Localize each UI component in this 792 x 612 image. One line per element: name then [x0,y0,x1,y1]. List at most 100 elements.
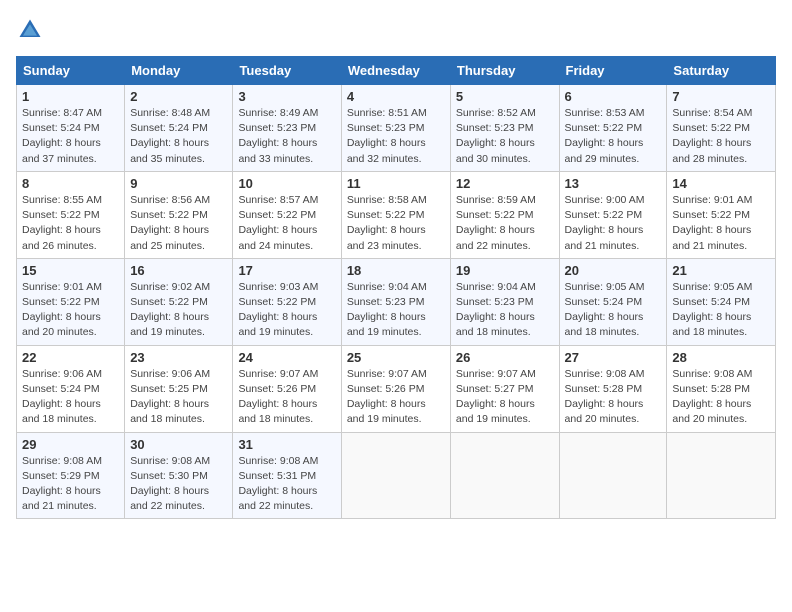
day-info: Sunrise: 8:57 AM Sunset: 5:22 PM Dayligh… [238,193,335,254]
day-info: Sunrise: 8:59 AM Sunset: 5:22 PM Dayligh… [456,193,554,254]
day-number: 12 [456,176,554,191]
day-info: Sunrise: 9:08 AM Sunset: 5:30 PM Dayligh… [130,454,227,515]
day-info: Sunrise: 9:05 AM Sunset: 5:24 PM Dayligh… [565,280,662,341]
day-number: 29 [22,437,119,452]
calendar-cell: 30 Sunrise: 9:08 AM Sunset: 5:30 PM Dayl… [125,432,233,519]
day-info: Sunrise: 8:53 AM Sunset: 5:22 PM Dayligh… [565,106,662,167]
calendar-cell: 31 Sunrise: 9:08 AM Sunset: 5:31 PM Dayl… [233,432,341,519]
day-info: Sunrise: 8:55 AM Sunset: 5:22 PM Dayligh… [22,193,119,254]
day-number: 30 [130,437,227,452]
weekday-header-friday: Friday [559,57,667,85]
day-info: Sunrise: 9:07 AM Sunset: 5:26 PM Dayligh… [238,367,335,428]
day-number: 22 [22,350,119,365]
day-info: Sunrise: 9:01 AM Sunset: 5:22 PM Dayligh… [22,280,119,341]
calendar-week-4: 22 Sunrise: 9:06 AM Sunset: 5:24 PM Dayl… [17,345,776,432]
calendar-cell: 6 Sunrise: 8:53 AM Sunset: 5:22 PM Dayli… [559,85,667,172]
weekday-header-sunday: Sunday [17,57,125,85]
day-info: Sunrise: 9:08 AM Sunset: 5:28 PM Dayligh… [565,367,662,428]
logo-icon [16,16,44,44]
calendar-header-row: SundayMondayTuesdayWednesdayThursdayFrid… [17,57,776,85]
day-number: 7 [672,89,770,104]
day-info: Sunrise: 8:58 AM Sunset: 5:22 PM Dayligh… [347,193,445,254]
day-number: 1 [22,89,119,104]
calendar-cell: 18 Sunrise: 9:04 AM Sunset: 5:23 PM Dayl… [341,258,450,345]
day-number: 9 [130,176,227,191]
day-number: 23 [130,350,227,365]
weekday-header-saturday: Saturday [667,57,776,85]
day-number: 6 [565,89,662,104]
calendar-cell: 14 Sunrise: 9:01 AM Sunset: 5:22 PM Dayl… [667,171,776,258]
day-number: 16 [130,263,227,278]
day-number: 31 [238,437,335,452]
day-info: Sunrise: 9:00 AM Sunset: 5:22 PM Dayligh… [565,193,662,254]
weekday-header-wednesday: Wednesday [341,57,450,85]
day-number: 28 [672,350,770,365]
day-info: Sunrise: 9:08 AM Sunset: 5:28 PM Dayligh… [672,367,770,428]
calendar-cell: 1 Sunrise: 8:47 AM Sunset: 5:24 PM Dayli… [17,85,125,172]
day-number: 18 [347,263,445,278]
day-number: 11 [347,176,445,191]
day-info: Sunrise: 8:48 AM Sunset: 5:24 PM Dayligh… [130,106,227,167]
calendar-cell: 19 Sunrise: 9:04 AM Sunset: 5:23 PM Dayl… [450,258,559,345]
calendar-week-2: 8 Sunrise: 8:55 AM Sunset: 5:22 PM Dayli… [17,171,776,258]
day-info: Sunrise: 8:52 AM Sunset: 5:23 PM Dayligh… [456,106,554,167]
day-info: Sunrise: 9:04 AM Sunset: 5:23 PM Dayligh… [456,280,554,341]
day-info: Sunrise: 9:08 AM Sunset: 5:31 PM Dayligh… [238,454,335,515]
calendar-cell: 15 Sunrise: 9:01 AM Sunset: 5:22 PM Dayl… [17,258,125,345]
weekday-header-thursday: Thursday [450,57,559,85]
day-number: 4 [347,89,445,104]
day-info: Sunrise: 9:03 AM Sunset: 5:22 PM Dayligh… [238,280,335,341]
day-number: 5 [456,89,554,104]
weekday-header-monday: Monday [125,57,233,85]
calendar-cell: 12 Sunrise: 8:59 AM Sunset: 5:22 PM Dayl… [450,171,559,258]
day-number: 10 [238,176,335,191]
day-number: 19 [456,263,554,278]
calendar-cell: 11 Sunrise: 8:58 AM Sunset: 5:22 PM Dayl… [341,171,450,258]
day-info: Sunrise: 9:02 AM Sunset: 5:22 PM Dayligh… [130,280,227,341]
day-number: 21 [672,263,770,278]
calendar-cell: 26 Sunrise: 9:07 AM Sunset: 5:27 PM Dayl… [450,345,559,432]
day-number: 20 [565,263,662,278]
calendar-cell: 5 Sunrise: 8:52 AM Sunset: 5:23 PM Dayli… [450,85,559,172]
calendar-cell: 7 Sunrise: 8:54 AM Sunset: 5:22 PM Dayli… [667,85,776,172]
calendar-cell: 8 Sunrise: 8:55 AM Sunset: 5:22 PM Dayli… [17,171,125,258]
calendar-cell: 4 Sunrise: 8:51 AM Sunset: 5:23 PM Dayli… [341,85,450,172]
day-info: Sunrise: 9:07 AM Sunset: 5:26 PM Dayligh… [347,367,445,428]
day-info: Sunrise: 9:01 AM Sunset: 5:22 PM Dayligh… [672,193,770,254]
calendar-cell [667,432,776,519]
calendar-week-5: 29 Sunrise: 9:08 AM Sunset: 5:29 PM Dayl… [17,432,776,519]
day-number: 17 [238,263,335,278]
calendar-cell: 20 Sunrise: 9:05 AM Sunset: 5:24 PM Dayl… [559,258,667,345]
calendar-cell: 28 Sunrise: 9:08 AM Sunset: 5:28 PM Dayl… [667,345,776,432]
calendar-cell: 29 Sunrise: 9:08 AM Sunset: 5:29 PM Dayl… [17,432,125,519]
day-number: 15 [22,263,119,278]
day-number: 2 [130,89,227,104]
calendar-week-3: 15 Sunrise: 9:01 AM Sunset: 5:22 PM Dayl… [17,258,776,345]
day-number: 24 [238,350,335,365]
day-info: Sunrise: 9:05 AM Sunset: 5:24 PM Dayligh… [672,280,770,341]
calendar-cell: 22 Sunrise: 9:06 AM Sunset: 5:24 PM Dayl… [17,345,125,432]
calendar-cell [450,432,559,519]
calendar-cell: 10 Sunrise: 8:57 AM Sunset: 5:22 PM Dayl… [233,171,341,258]
page-header [16,16,776,44]
calendar-cell: 25 Sunrise: 9:07 AM Sunset: 5:26 PM Dayl… [341,345,450,432]
weekday-header-tuesday: Tuesday [233,57,341,85]
day-info: Sunrise: 8:51 AM Sunset: 5:23 PM Dayligh… [347,106,445,167]
calendar-cell: 9 Sunrise: 8:56 AM Sunset: 5:22 PM Dayli… [125,171,233,258]
calendar-week-1: 1 Sunrise: 8:47 AM Sunset: 5:24 PM Dayli… [17,85,776,172]
calendar-cell: 24 Sunrise: 9:07 AM Sunset: 5:26 PM Dayl… [233,345,341,432]
day-info: Sunrise: 8:49 AM Sunset: 5:23 PM Dayligh… [238,106,335,167]
day-number: 3 [238,89,335,104]
calendar-cell [559,432,667,519]
calendar-cell: 16 Sunrise: 9:02 AM Sunset: 5:22 PM Dayl… [125,258,233,345]
day-info: Sunrise: 9:06 AM Sunset: 5:24 PM Dayligh… [22,367,119,428]
day-number: 13 [565,176,662,191]
day-number: 14 [672,176,770,191]
day-number: 25 [347,350,445,365]
logo [16,16,48,44]
day-info: Sunrise: 8:56 AM Sunset: 5:22 PM Dayligh… [130,193,227,254]
calendar-cell: 3 Sunrise: 8:49 AM Sunset: 5:23 PM Dayli… [233,85,341,172]
day-number: 26 [456,350,554,365]
day-info: Sunrise: 9:06 AM Sunset: 5:25 PM Dayligh… [130,367,227,428]
day-number: 8 [22,176,119,191]
